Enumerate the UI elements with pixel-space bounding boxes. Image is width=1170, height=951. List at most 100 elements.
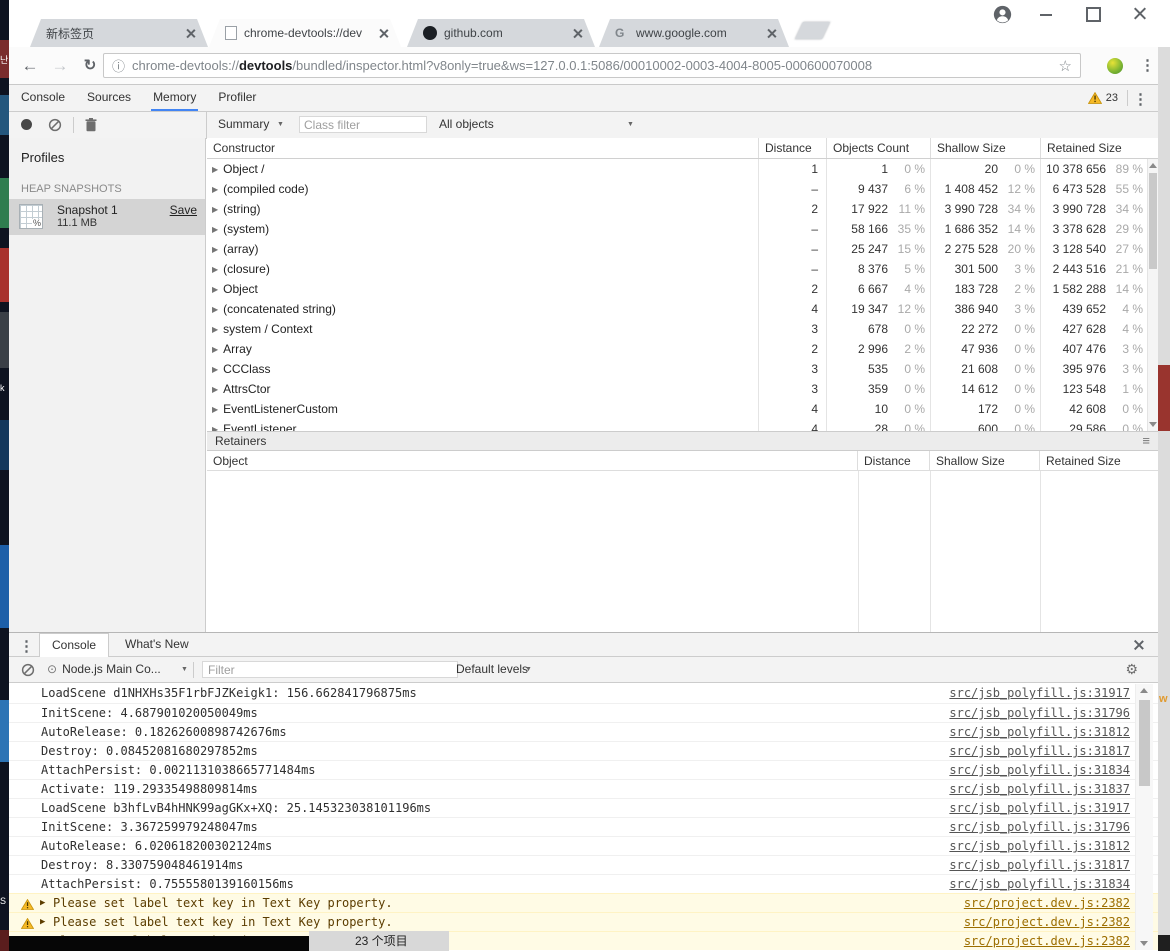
expand-triangle-icon[interactable]: [212, 345, 218, 354]
source-link[interactable]: src/jsb_polyfill.js:31812: [949, 723, 1130, 741]
expand-triangle-icon[interactable]: [212, 205, 218, 214]
execution-context-select[interactable]: Node.js Main Co...: [47, 657, 161, 682]
expand-triangle-icon[interactable]: [212, 285, 218, 294]
retainers-menu-icon[interactable]: [1142, 432, 1150, 450]
heap-grid-row[interactable]: Object /110 %200 %10 378 65689 %: [207, 159, 1158, 179]
record-heap-snapshot-icon[interactable]: [21, 119, 32, 130]
source-link[interactable]: src/jsb_polyfill.js:31796: [949, 704, 1130, 722]
heap-grid-row[interactable]: CCClass35350 %21 6080 %395 9763 %: [207, 359, 1158, 379]
chevron-down-icon[interactable]: [277, 121, 284, 128]
column-header[interactable]: Constructor: [207, 138, 759, 158]
source-link[interactable]: src/project.dev.js:2382: [964, 932, 1130, 950]
scrollbar-thumb[interactable]: [1149, 173, 1157, 269]
expand-triangle-icon[interactable]: [212, 325, 218, 334]
heap-grid-row[interactable]: Object26 6674 %183 7282 %1 582 28814 %: [207, 279, 1158, 299]
grid-scrollbar[interactable]: [1147, 159, 1158, 431]
close-window-icon[interactable]: [1133, 6, 1147, 20]
console-message[interactable]: Please set label text key in Text Key pr…: [9, 893, 1158, 912]
column-header[interactable]: Object: [207, 451, 858, 470]
reload-icon[interactable]: [79, 55, 101, 77]
maximize-icon[interactable]: [1086, 7, 1101, 22]
devtools-menu-icon[interactable]: [1133, 90, 1148, 108]
close-tab-icon[interactable]: [377, 26, 391, 40]
heap-grid-row[interactable]: EventListenerCustom4100 %1720 %42 6080 %: [207, 399, 1158, 419]
expand-triangle-icon[interactable]: [40, 913, 45, 931]
devtools-tab-sources[interactable]: Sources: [85, 85, 133, 111]
warning-badge[interactable]: 23: [1088, 85, 1118, 111]
heap-grid-row[interactable]: (system)–58 16635 %1 686 35214 %3 378 62…: [207, 219, 1158, 239]
devtools-tab-profiler[interactable]: Profiler: [216, 85, 258, 111]
scroll-down-icon[interactable]: [1149, 422, 1157, 427]
retainers-section-header[interactable]: Retainers: [207, 431, 1158, 451]
expand-triangle-icon[interactable]: [212, 365, 218, 374]
close-tab-icon[interactable]: [571, 26, 585, 40]
column-header[interactable]: Distance: [759, 138, 827, 158]
source-link[interactable]: src/jsb_polyfill.js:31834: [949, 875, 1130, 893]
address-bar[interactable]: chrome-devtools:// devtools /bundled/ins…: [103, 53, 1081, 78]
expand-triangle-icon[interactable]: [212, 185, 218, 194]
perspective-select[interactable]: Summary: [218, 112, 269, 137]
console-filter-input[interactable]: [202, 661, 458, 678]
source-link[interactable]: src/project.dev.js:2382: [964, 894, 1130, 912]
expand-triangle-icon[interactable]: [40, 894, 45, 912]
forward-icon[interactable]: [49, 55, 71, 77]
save-snapshot-link[interactable]: Save: [170, 203, 197, 217]
new-tab-button[interactable]: [795, 22, 830, 39]
expand-triangle-icon[interactable]: [212, 405, 218, 414]
drawer-tab-console[interactable]: Console: [39, 633, 109, 657]
source-link[interactable]: src/jsb_polyfill.js:31817: [949, 856, 1130, 874]
column-header[interactable]: Objects Count: [827, 138, 931, 158]
source-link[interactable]: src/jsb_polyfill.js:31837: [949, 780, 1130, 798]
class-filter-input[interactable]: [299, 116, 427, 133]
console-settings-gear-icon[interactable]: [1125, 661, 1138, 678]
chevron-down-icon[interactable]: [627, 121, 634, 128]
column-header[interactable]: Retained Size: [1041, 138, 1158, 158]
clear-console-icon[interactable]: [21, 663, 35, 682]
delete-snapshot-icon[interactable]: [85, 118, 97, 137]
browser-tab[interactable]: 新标签页: [30, 19, 208, 47]
devtools-tab-memory[interactable]: Memory: [151, 85, 198, 111]
chevron-down-icon[interactable]: [525, 666, 532, 673]
snapshot-list-item[interactable]: Snapshot 1 11.1 MB Save: [9, 199, 205, 235]
console-scrollbar[interactable]: [1135, 684, 1153, 950]
source-link[interactable]: src/jsb_polyfill.js:31917: [949, 799, 1130, 817]
profile-avatar-icon[interactable]: [993, 5, 1012, 29]
heap-grid-row[interactable]: (compiled code)–9 4376 %1 408 45212 %6 4…: [207, 179, 1158, 199]
clear-profiles-icon[interactable]: [48, 118, 62, 137]
close-drawer-icon[interactable]: [1132, 638, 1146, 652]
source-link[interactable]: src/jsb_polyfill.js:31812: [949, 837, 1130, 855]
heap-grid-row[interactable]: Array22 9962 %47 9360 %407 4763 %: [207, 339, 1158, 359]
heap-grid-row[interactable]: AttrsCtor33590 %14 6120 %123 5481 %: [207, 379, 1158, 399]
back-icon[interactable]: [19, 55, 41, 77]
column-header[interactable]: Retained Size: [1040, 451, 1158, 470]
expand-triangle-icon[interactable]: [212, 165, 218, 174]
source-link[interactable]: src/project.dev.js:2382: [964, 913, 1130, 931]
bookmark-star-icon[interactable]: [1059, 57, 1072, 75]
minimize-icon[interactable]: [1040, 14, 1052, 16]
heap-grid-row[interactable]: (string)217 92211 %3 990 72834 %3 990 72…: [207, 199, 1158, 219]
expand-triangle-icon[interactable]: [212, 245, 218, 254]
heap-grid-row[interactable]: (closure)–8 3765 %301 5003 %2 443 51621 …: [207, 259, 1158, 279]
source-link[interactable]: src/jsb_polyfill.js:31917: [949, 684, 1130, 702]
source-link[interactable]: src/jsb_polyfill.js:31796: [949, 818, 1130, 836]
scroll-up-icon[interactable]: [1140, 688, 1148, 693]
scroll-up-icon[interactable]: [1149, 163, 1157, 168]
browser-tab[interactable]: www.google.com: [599, 19, 789, 47]
column-header[interactable]: Distance: [858, 451, 930, 470]
heap-grid-row[interactable]: (concatenated string)419 34712 %386 9403…: [207, 299, 1158, 319]
expand-triangle-icon[interactable]: [212, 265, 218, 274]
heap-grid-row[interactable]: (array)–25 24715 %2 275 52820 %3 128 540…: [207, 239, 1158, 259]
source-link[interactable]: src/jsb_polyfill.js:31817: [949, 742, 1130, 760]
scroll-down-icon[interactable]: [1140, 941, 1148, 946]
browser-menu-icon[interactable]: [1140, 56, 1155, 74]
close-tab-icon[interactable]: [765, 26, 779, 40]
devtools-tab-console[interactable]: Console: [19, 85, 67, 111]
heap-grid-row[interactable]: system / Context36780 %22 2720 %427 6284…: [207, 319, 1158, 339]
drawer-tab-what-s-new[interactable]: What's New: [113, 633, 201, 657]
column-header[interactable]: Shallow Size: [931, 138, 1041, 158]
expand-triangle-icon[interactable]: [212, 305, 218, 314]
expand-triangle-icon[interactable]: [212, 225, 218, 234]
browser-tab[interactable]: github.com: [407, 19, 595, 47]
browser-tab[interactable]: chrome-devtools://dev: [209, 19, 401, 47]
drawer-menu-icon[interactable]: [19, 637, 34, 655]
